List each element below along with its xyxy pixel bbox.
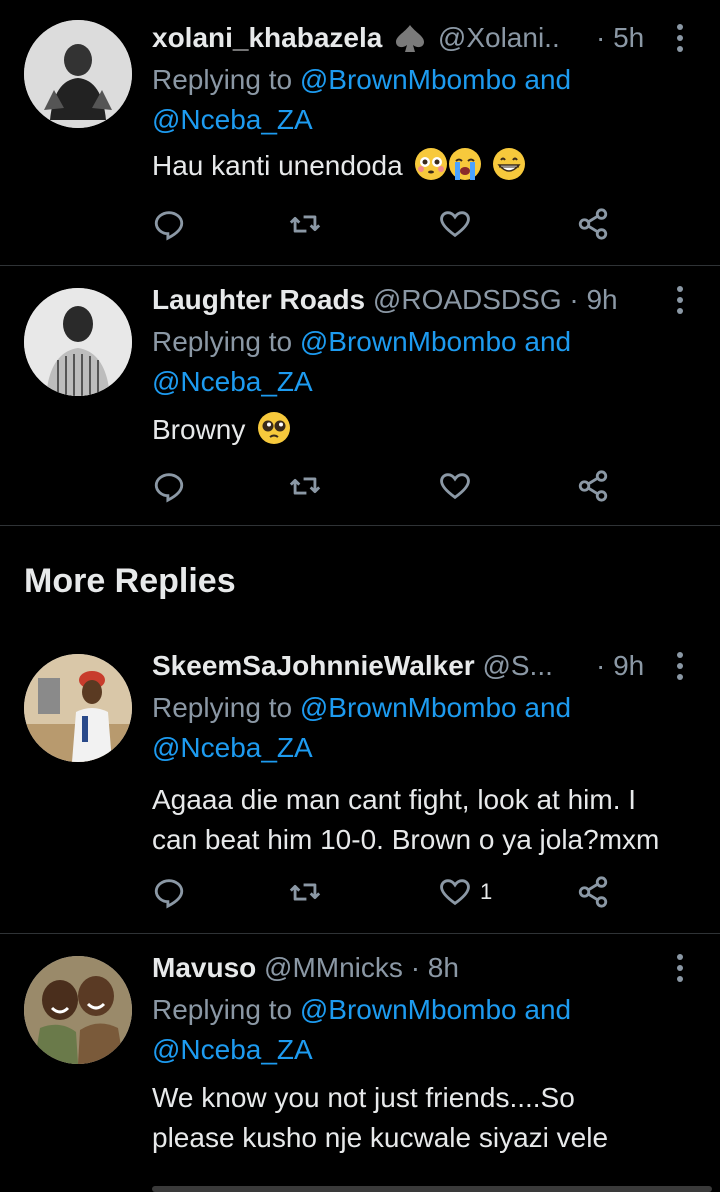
like-button[interactable]	[438, 466, 480, 506]
mention-link[interactable]: @BrownMbombo	[300, 326, 517, 357]
spade-badge-icon	[396, 25, 425, 52]
tweet[interactable]: Laughter Roads @ROADSDSG · 9h Replying t…	[0, 266, 720, 526]
more-replies-heading: More Replies	[24, 562, 236, 600]
share-icon	[578, 470, 608, 502]
tweet-text: Agaaa die man cant fight, look at him. I…	[152, 784, 660, 855]
like-icon	[440, 473, 470, 500]
more-vertical-icon[interactable]	[664, 280, 696, 320]
reply-icon	[154, 211, 184, 241]
media-preview-edge	[152, 1186, 712, 1192]
share-button[interactable]	[576, 872, 610, 912]
user-handle[interactable]: @S...	[482, 650, 552, 681]
tweet-header: SkeemSaJohnnieWalker @S...	[152, 646, 560, 686]
retweet-icon	[289, 215, 321, 233]
tweet[interactable]: SkeemSaJohnnieWalker @S... · 9h Replying…	[0, 632, 720, 932]
tweet-header: Laughter Roads @ROADSDSG · 9h	[152, 280, 624, 320]
reply-button[interactable]	[152, 872, 186, 912]
more-vertical-icon[interactable]	[664, 18, 696, 58]
retweet-icon	[289, 477, 321, 495]
more-vertical-icon[interactable]	[664, 646, 696, 686]
timestamp[interactable]: · 9h	[569, 284, 617, 315]
more-vertical-icon[interactable]	[664, 948, 696, 988]
replying-to-line2: @Nceba_ZA	[152, 100, 313, 140]
avatar[interactable]	[24, 20, 132, 128]
replying-to-line2: @Nceba_ZA	[152, 1030, 313, 1070]
tweet-text: We know you not just friends....So pleas…	[152, 1082, 609, 1153]
flushed-face-emoji-icon	[415, 148, 448, 180]
user-handle[interactable]: @MMnicks	[264, 952, 403, 983]
reply-button[interactable]	[152, 204, 186, 244]
loudly-crying-face-emoji-icon	[449, 148, 482, 180]
mention-link[interactable]: @Nceba_ZA	[152, 104, 313, 135]
replying-to-line2: @Nceba_ZA	[152, 728, 313, 768]
tweet[interactable]: Mavuso @MMnicks · 8h Replying to @BrownM…	[0, 934, 720, 1192]
retweet-icon	[289, 883, 321, 901]
tweet-header: Mavuso @MMnicks · 8h	[152, 948, 624, 988]
timestamp[interactable]: · 8h	[411, 952, 459, 983]
grinning-face-emoji-icon	[493, 148, 526, 180]
replying-to: Replying to @BrownMbombo and	[152, 64, 572, 95]
mention-link[interactable]: @BrownMbombo	[300, 994, 517, 1025]
tweet-text: Browny	[152, 410, 700, 450]
replying-to-line2: @Nceba_ZA	[152, 362, 313, 402]
retweet-button[interactable]	[288, 872, 322, 912]
replying-to: Replying to @BrownMbombo and	[152, 692, 572, 723]
avatar[interactable]	[24, 654, 132, 762]
like-count: 1	[480, 879, 493, 904]
tweet-actions	[152, 204, 632, 244]
tweet-actions: 1	[152, 872, 632, 912]
tweet-actions	[152, 466, 632, 506]
replying-to: Replying to @BrownMbombo and	[152, 326, 572, 357]
timestamp[interactable]: · 5h	[596, 18, 644, 58]
avatar[interactable]	[24, 288, 132, 396]
like-button[interactable]: 1	[438, 872, 492, 912]
mention-link[interactable]: @BrownMbombo	[300, 692, 517, 723]
reply-icon	[154, 879, 184, 909]
like-button[interactable]	[438, 204, 480, 244]
share-icon	[578, 876, 608, 908]
reply-button[interactable]	[152, 466, 186, 506]
retweet-button[interactable]	[288, 466, 322, 506]
share-button[interactable]	[576, 204, 610, 244]
mention-link[interactable]: @Nceba_ZA	[152, 1034, 313, 1065]
mention-link[interactable]: @Nceba_ZA	[152, 366, 313, 397]
display-name[interactable]: xolani_khabazela	[152, 22, 382, 53]
tweet-text: Hau kanti unendoda	[152, 146, 700, 186]
tweet[interactable]: xolani_khabazela @Xolani... · 5h Replyin…	[0, 0, 720, 265]
mention-link[interactable]: @BrownMbombo	[300, 64, 517, 95]
mention-link[interactable]: @Nceba_ZA	[152, 732, 313, 763]
share-icon	[578, 208, 608, 240]
replying-to: Replying to @BrownMbombo and	[152, 994, 572, 1025]
user-handle[interactable]: @ROADSDSG	[373, 284, 562, 315]
display-name[interactable]: Mavuso	[152, 952, 256, 983]
share-button[interactable]	[576, 466, 610, 506]
user-handle[interactable]: @Xolani...	[438, 22, 560, 53]
avatar[interactable]	[24, 956, 132, 1064]
like-icon	[440, 211, 470, 238]
pleading-face-emoji-icon	[258, 412, 291, 444]
display-name[interactable]: SkeemSaJohnnieWalker	[152, 650, 475, 681]
display-name[interactable]: Laughter Roads	[152, 284, 365, 315]
reply-icon	[154, 473, 184, 503]
timestamp[interactable]: · 9h	[596, 646, 644, 686]
retweet-button[interactable]	[288, 204, 322, 244]
divider	[0, 525, 720, 526]
like-icon	[440, 879, 470, 906]
tweet-header: xolani_khabazela @Xolani...	[152, 18, 560, 58]
